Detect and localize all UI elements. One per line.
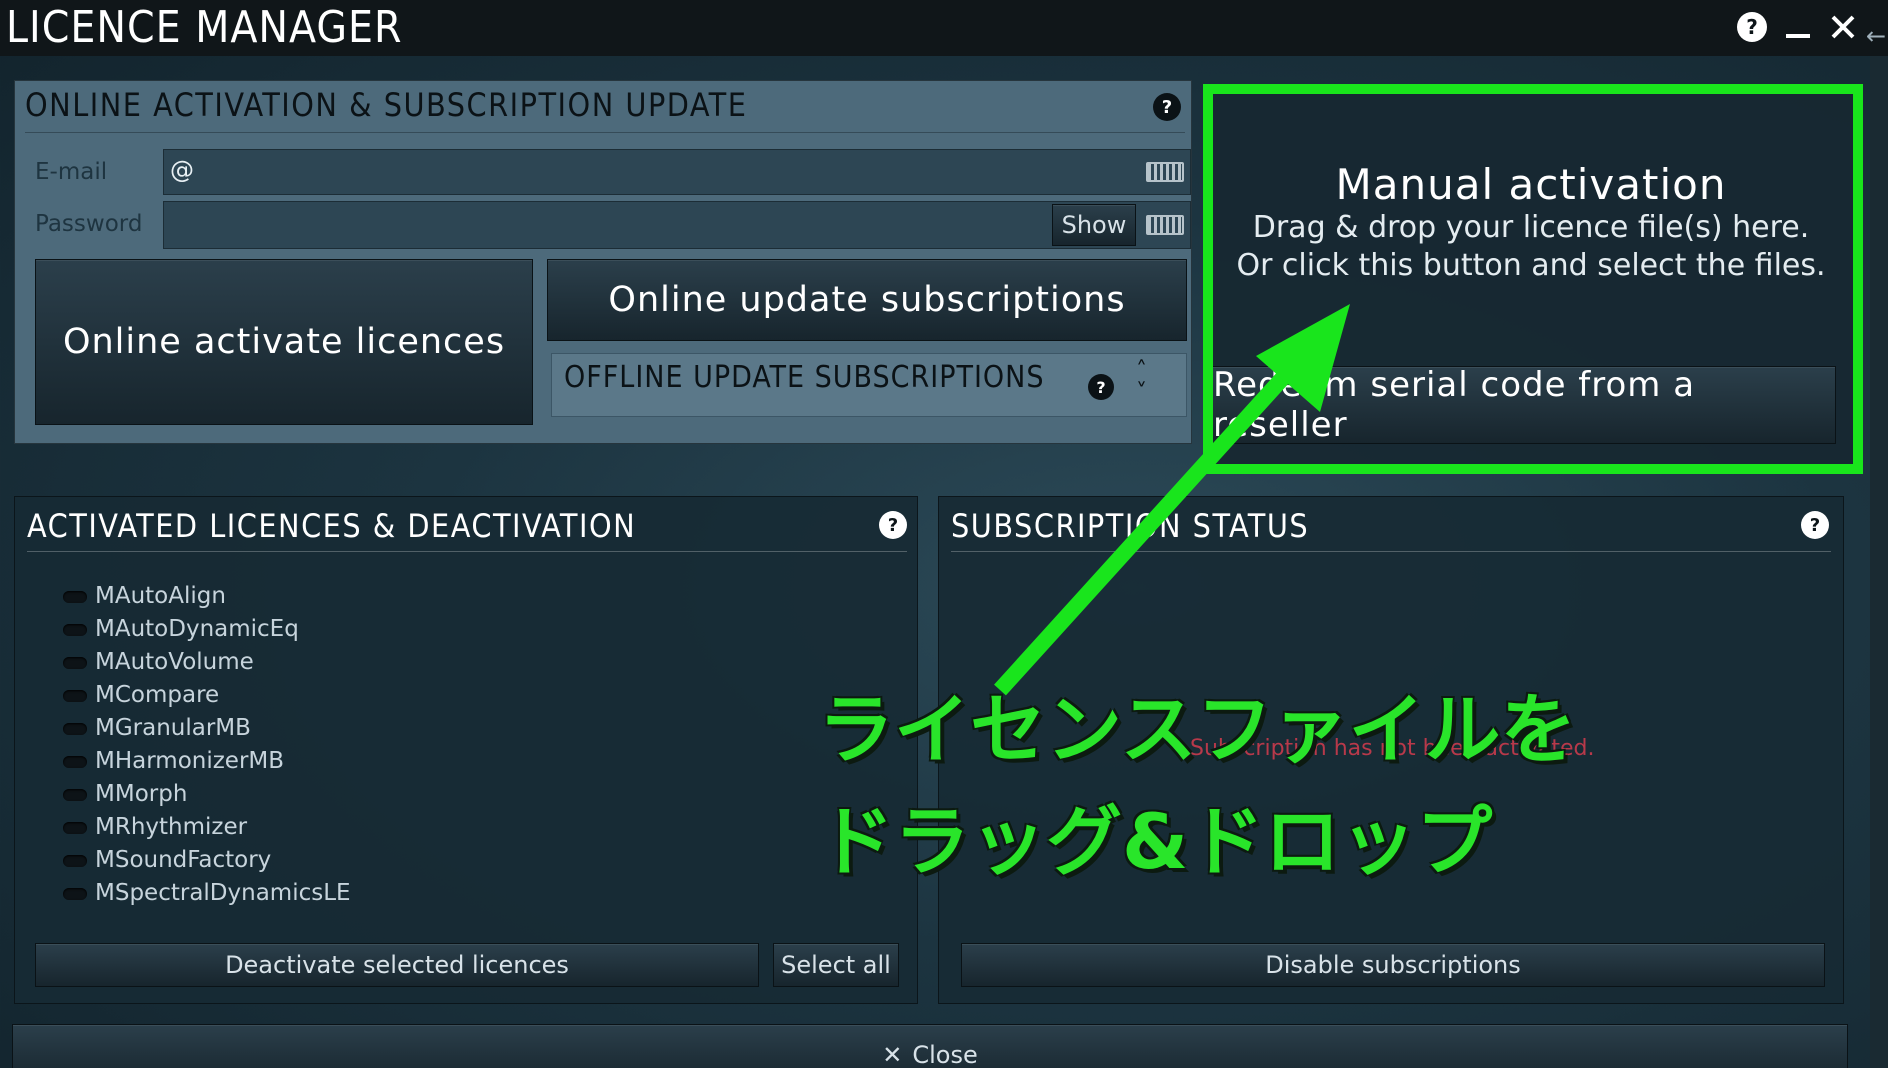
annotation-arrow bbox=[994, 304, 1350, 696]
arrow-shaft bbox=[994, 364, 1296, 696]
annotation-line1: ライセンスファイルを bbox=[818, 685, 1577, 774]
annotation-line2: ドラッグ&ドロップ bbox=[818, 797, 1493, 886]
